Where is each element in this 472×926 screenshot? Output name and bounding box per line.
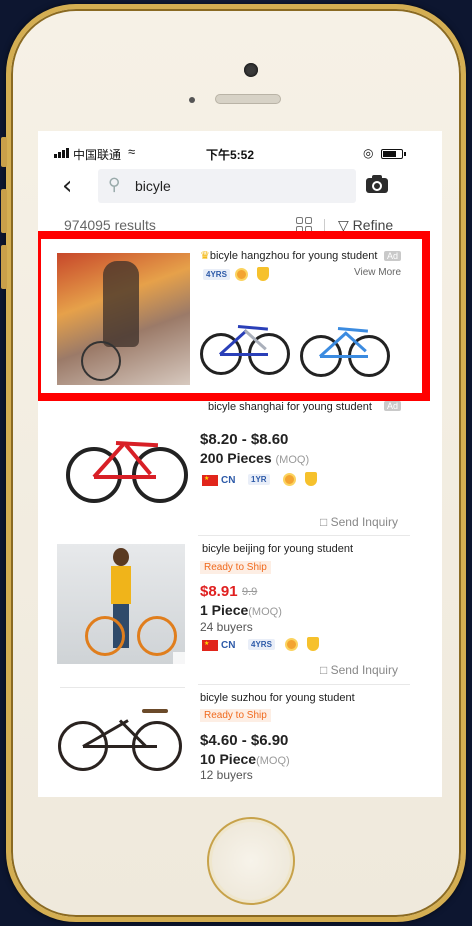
back-arrow-icon[interactable]: ‹ bbox=[62, 173, 72, 199]
assurance-icon bbox=[257, 267, 269, 281]
years-badge: 4YRS bbox=[203, 269, 230, 280]
country-code: CN bbox=[221, 640, 236, 651]
item-quantity: 1 Piece(MOQ) bbox=[200, 602, 282, 618]
search-query: bicyle bbox=[135, 178, 171, 194]
divider bbox=[198, 684, 410, 685]
video-play-icon bbox=[173, 652, 185, 664]
assurance-icon bbox=[305, 472, 317, 486]
years-badge: 1YR bbox=[248, 474, 270, 485]
country-code: CN bbox=[221, 475, 236, 486]
ad-tag: Ad bbox=[384, 251, 402, 261]
assurance-icon bbox=[307, 637, 319, 651]
item-photo[interactable] bbox=[57, 544, 185, 664]
original-price: 9.9 bbox=[242, 586, 258, 598]
crown-icon: ♛ bbox=[200, 250, 210, 262]
ad-product-photo[interactable] bbox=[57, 253, 190, 385]
send-inquiry-button[interactable]: □ Send Inquiry bbox=[320, 515, 398, 529]
buyers-count: 12 buyers bbox=[200, 768, 253, 782]
search-input[interactable]: ⚲ bicyle bbox=[98, 169, 356, 203]
earpiece-speaker bbox=[215, 94, 281, 104]
app-screen: 中国联通 ≈ 下午5:52 ◎ ‹ ⚲ bicyle 974095 result… bbox=[38, 131, 442, 797]
item-price: $8.91 bbox=[200, 583, 238, 600]
divider bbox=[60, 687, 185, 688]
mute-switch bbox=[1, 137, 7, 167]
gold-supplier-icon bbox=[283, 473, 296, 486]
view-more-link[interactable]: View More bbox=[354, 267, 401, 278]
search-icon: ⚲ bbox=[108, 175, 121, 195]
china-flag-icon: ★ bbox=[202, 475, 218, 486]
item-quantity: 10 Piece(MOQ) bbox=[200, 751, 290, 767]
front-camera bbox=[244, 63, 258, 77]
volume-down-button bbox=[1, 245, 7, 289]
proximity-sensor bbox=[189, 97, 195, 103]
item-price: $8.20 - $8.60 bbox=[200, 431, 289, 448]
home-button[interactable] bbox=[207, 817, 295, 905]
item-photo[interactable] bbox=[66, 407, 188, 507]
ad-bike-image-2[interactable] bbox=[300, 301, 390, 387]
clock: 下午5:52 bbox=[206, 148, 255, 162]
gold-supplier-icon bbox=[235, 268, 248, 281]
camera-search-icon[interactable] bbox=[366, 175, 388, 193]
signal-icon bbox=[54, 148, 69, 158]
ready-to-ship-badge: Ready to Ship bbox=[200, 709, 271, 722]
divider bbox=[198, 535, 410, 536]
ad-bike-image-1[interactable] bbox=[200, 297, 290, 387]
item-title[interactable]: bicyle beijing for young student bbox=[202, 543, 353, 555]
volume-up-button bbox=[1, 189, 7, 233]
ad-tag: Ad bbox=[384, 401, 402, 411]
send-inquiry-button[interactable]: □ Send Inquiry bbox=[320, 663, 398, 677]
item-quantity: 200 Pieces (MOQ) bbox=[200, 450, 310, 466]
wifi-icon: ≈ bbox=[128, 144, 136, 159]
item-photo[interactable] bbox=[58, 697, 184, 777]
ready-to-ship-badge: Ready to Ship bbox=[200, 561, 271, 574]
item-title[interactable]: bicyle shanghai for young student bbox=[208, 401, 372, 413]
gold-supplier-icon bbox=[285, 638, 298, 651]
rider-figure bbox=[103, 261, 139, 347]
item-price: $4.60 - $6.90 bbox=[200, 732, 289, 749]
buyers-count: 24 buyers bbox=[200, 620, 253, 634]
status-bar: 中国联通 ≈ 下午5:52 ◎ bbox=[38, 131, 442, 167]
rotation-lock-icon: ◎ bbox=[363, 146, 374, 160]
carrier-name: 中国联通 bbox=[73, 148, 122, 162]
item-title[interactable]: bicyle suzhou for young student bbox=[200, 692, 355, 704]
years-badge: 4YRS bbox=[248, 639, 275, 650]
ad-title[interactable]: ♛bicyle hangzhou for young student bbox=[200, 249, 408, 262]
battery-icon bbox=[381, 149, 406, 159]
china-flag-icon: ★ bbox=[202, 640, 218, 651]
